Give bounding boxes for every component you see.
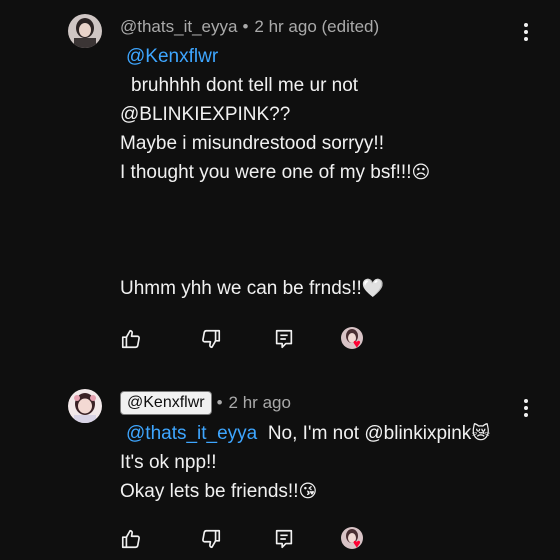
reply-icon[interactable]: [273, 328, 295, 350]
comment-line: @thats_it_eyya No, I'm not @blinkixpink😿: [120, 419, 490, 448]
comment-line: bruhhhh dont tell me ur not: [131, 75, 359, 96]
comment-line-text: Uhmm yhh we can be frnds!!: [120, 278, 362, 299]
timestamp: 2 hr ago: [228, 393, 291, 412]
comment-line: Maybe i misundrestood sorryy!!: [120, 133, 384, 154]
comment-actions: ♥: [120, 527, 367, 551]
author-name[interactable]: @thats_it_eyya: [120, 17, 237, 37]
comment-body: @thats_it_eyya No, I'm not @blinkixpink😿…: [120, 419, 490, 506]
thumbs-up-icon[interactable]: [120, 328, 142, 350]
comment-meta: @thats_it_eyya • 2 hr ago (edited): [120, 17, 379, 37]
comment-actions: ♥: [120, 327, 367, 351]
avatar[interactable]: [68, 389, 102, 423]
comment-line-text: No, I'm not @blinkixpink: [267, 423, 472, 444]
crying-cat-emoji: 😿: [471, 423, 491, 444]
comment-line: Okay lets be friends!!😘: [120, 477, 490, 506]
comment-line: I thought you were one of my bsf!!!☹: [120, 158, 430, 187]
more-vert-icon[interactable]: [521, 399, 531, 417]
meta-separator: •: [216, 393, 223, 412]
reply-icon[interactable]: [273, 528, 295, 550]
meta-separator: •: [242, 17, 249, 36]
thumbs-down-icon[interactable]: [200, 328, 222, 350]
creator-heart-icon: ♥: [341, 527, 367, 551]
mention-link[interactable]: @thats_it_eyya: [126, 423, 257, 444]
avatar[interactable]: [68, 14, 102, 48]
comment-meta: @Kenxflwr • 2 hr ago: [120, 391, 291, 415]
comment-body: @Kenxflwr bruhhhh dont tell me ur not @B…: [120, 42, 430, 303]
thumbs-up-icon[interactable]: [120, 528, 142, 550]
timestamp: 2 hr ago (edited): [254, 17, 380, 36]
thumbs-down-icon[interactable]: [200, 528, 222, 550]
mention-link[interactable]: @Kenxflwr: [126, 46, 218, 67]
white-heart-emoji: 🤍: [361, 278, 385, 299]
comment-line-text: I thought you were one of my bsf!!!: [120, 162, 412, 183]
creator-heart-icon: ♥: [341, 327, 367, 351]
comment-line: Uhmm yhh we can be frnds!!🤍: [120, 274, 430, 303]
comment-line: @BLINKIEXPINK??: [120, 104, 291, 125]
frown-emoji: ☹: [411, 162, 431, 183]
author-name[interactable]: @Kenxflwr: [120, 391, 212, 415]
comment-line: It's ok npp!!: [120, 452, 217, 473]
comment-line-text: Okay lets be friends!!: [120, 481, 299, 502]
kiss-emoji: 😘: [298, 481, 318, 502]
more-vert-icon[interactable]: [521, 23, 531, 41]
